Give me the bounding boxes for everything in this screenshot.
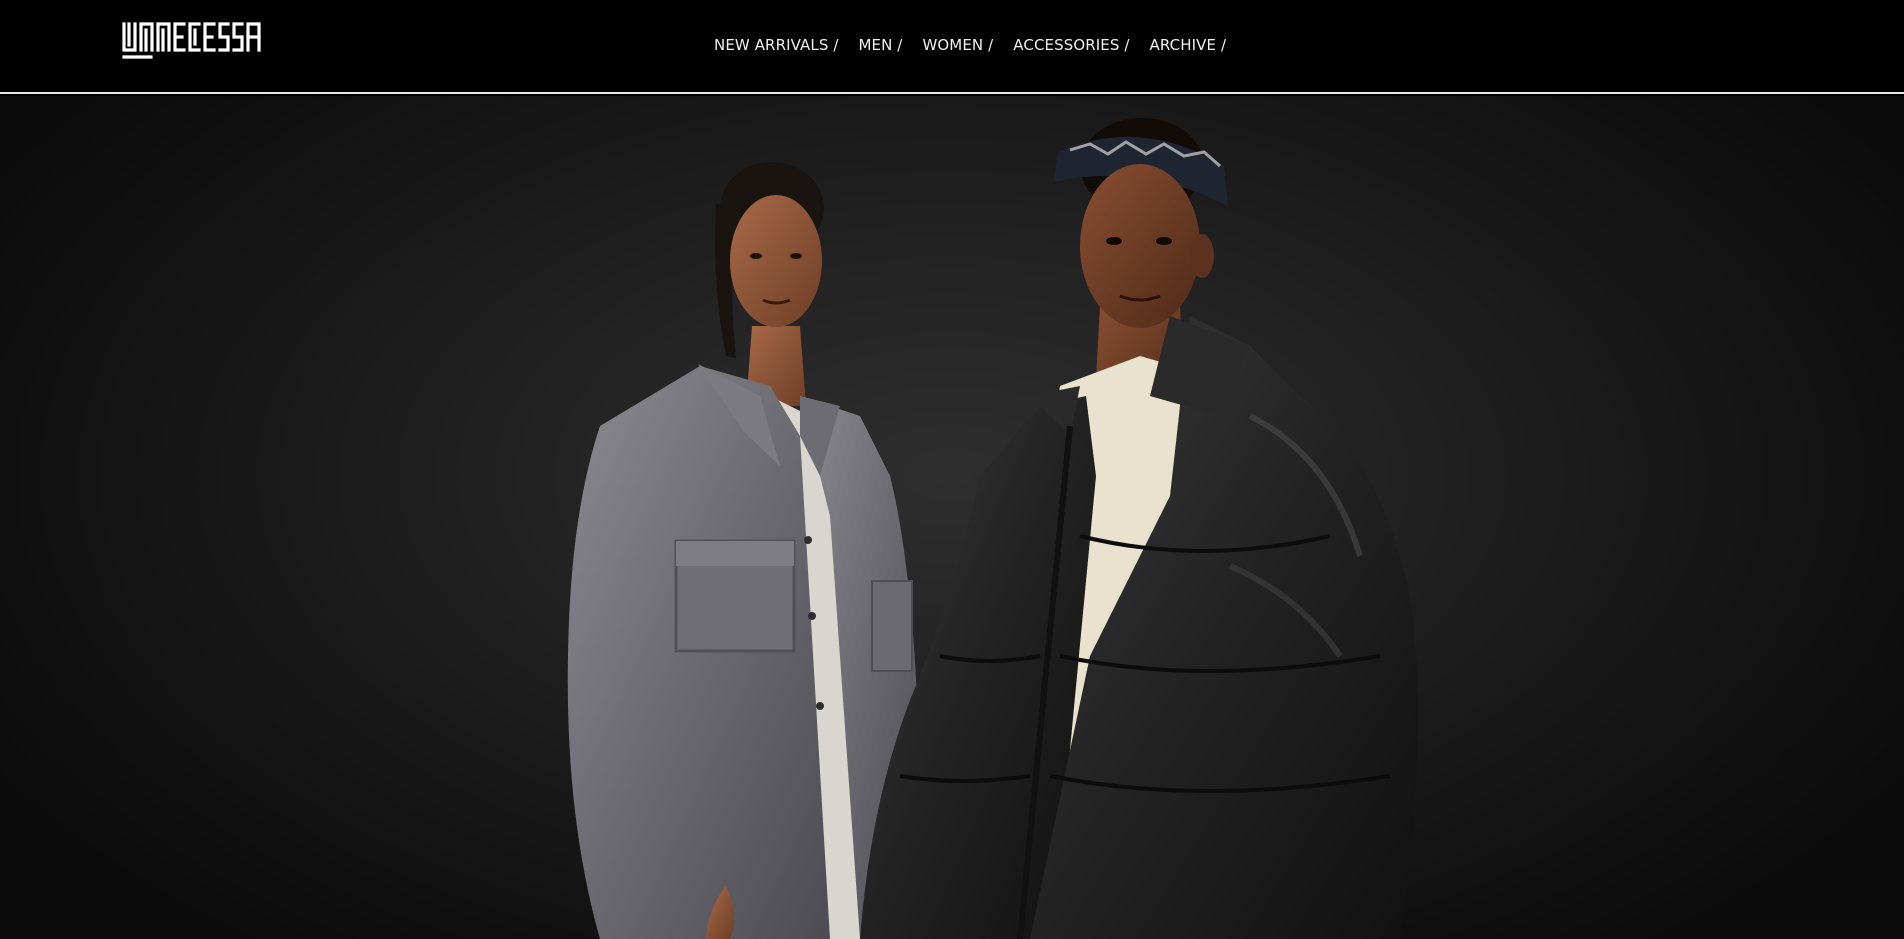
nav-item-accessories[interactable]: ACCESSORIES /: [1013, 36, 1129, 54]
main-nav: NEW ARRIVALS / MEN / WOMEN / ACCESSORIES…: [714, 36, 1226, 54]
nav-item-new-arrivals[interactable]: NEW ARRIVALS /: [714, 36, 839, 54]
brand-logo-mark: [122, 22, 261, 59]
nav-item-women[interactable]: WOMEN /: [922, 36, 993, 54]
site-header: NEW ARRIVALS / MEN / WOMEN / ACCESSORIES…: [0, 0, 1904, 94]
nav-item-men[interactable]: MEN /: [859, 36, 903, 54]
model-man: [860, 118, 1418, 939]
nav-item-archive[interactable]: ARCHIVE /: [1150, 36, 1227, 54]
model-woman: [567, 162, 921, 939]
brand-logo[interactable]: [121, 20, 263, 64]
hero-campaign-photo: [567, 118, 1418, 939]
hero-banner: [0, 96, 1904, 939]
page: NEW ARRIVALS / MEN / WOMEN / ACCESSORIES…: [0, 0, 1904, 939]
